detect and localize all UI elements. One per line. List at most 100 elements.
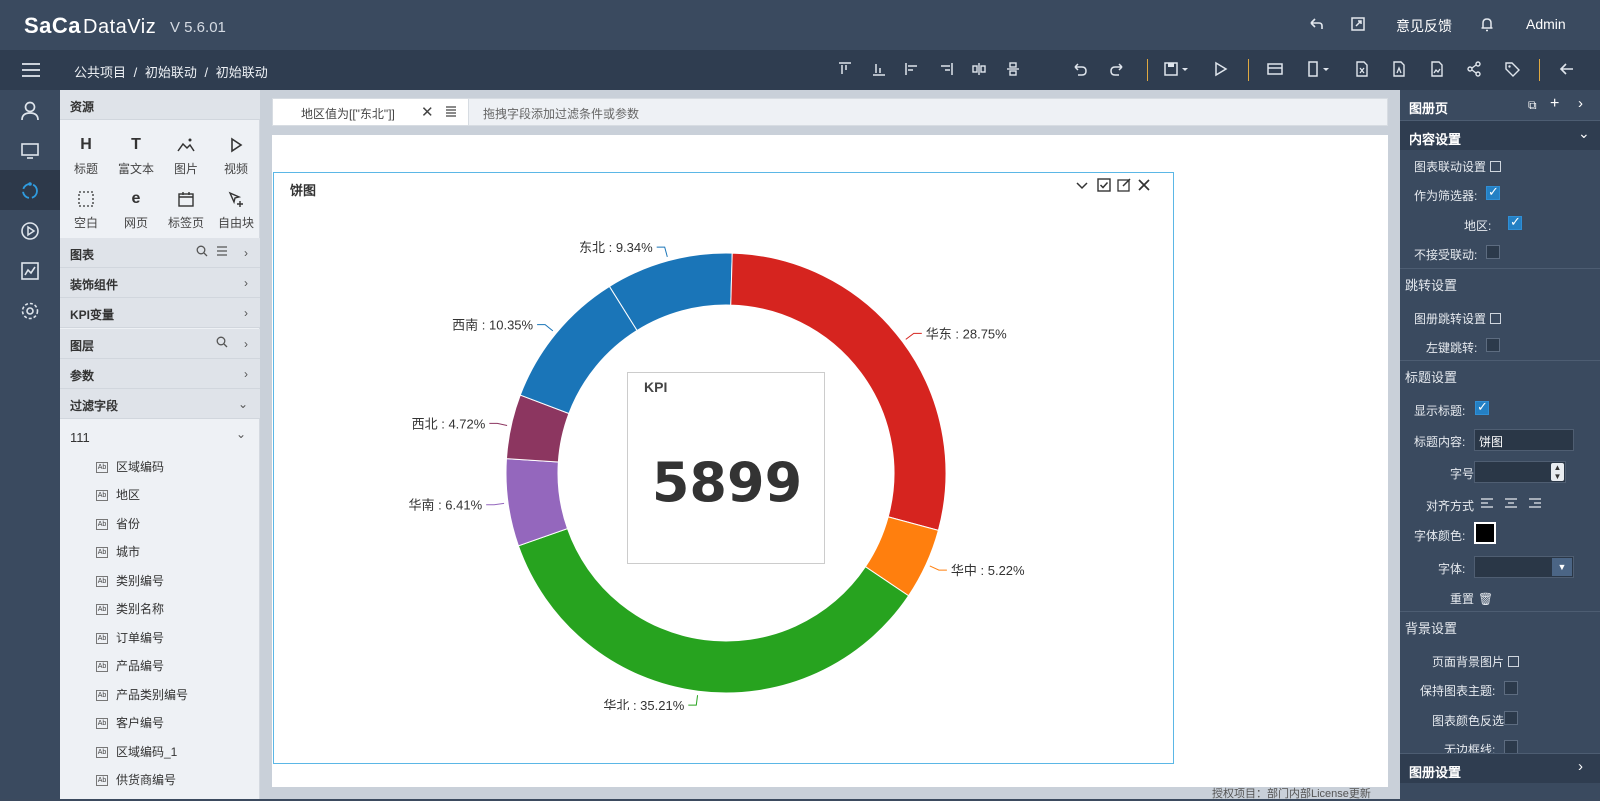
nav-monitor[interactable]	[0, 130, 60, 170]
chevron-down-icon[interactable]: ⌄	[236, 427, 246, 441]
breadcrumb-item[interactable]: 初始联动	[216, 65, 268, 80]
external-link-icon[interactable]	[1349, 15, 1369, 35]
align-bottom-icon[interactable]	[870, 60, 890, 80]
copy-icon[interactable]: ⧉	[1528, 98, 1537, 113]
left-click-jump-checkbox[interactable]	[1486, 338, 1500, 352]
album-jump-settings[interactable]: 图册跳转设置	[1414, 310, 1502, 327]
region-checkbox[interactable]	[1508, 214, 1522, 230]
field-item[interactable]: Ab 区域编码	[96, 458, 246, 478]
align-left-icon[interactable]	[1480, 497, 1494, 509]
section-decorations[interactable]: 装饰组件 ›	[60, 268, 260, 298]
section-params[interactable]: 参数 ›	[60, 359, 260, 389]
chevron-right-icon[interactable]: ›	[1578, 95, 1583, 112]
back-arrow-icon[interactable]	[1307, 15, 1327, 35]
nav-settings[interactable]	[0, 290, 60, 330]
share-icon[interactable]	[1465, 60, 1485, 80]
label-leader-line	[486, 502, 505, 506]
res-tabs[interactable]: 标签页	[164, 188, 208, 231]
image-export-icon[interactable]	[1428, 60, 1448, 80]
user-menu[interactable]: Admin	[1526, 16, 1566, 32]
align-right-icon[interactable]	[937, 60, 957, 80]
bell-icon[interactable]	[1478, 15, 1498, 35]
pdf-export-icon[interactable]	[1390, 60, 1410, 80]
distribute-vertical-icon[interactable]	[1004, 60, 1024, 80]
excel-export-icon[interactable]	[1353, 60, 1373, 80]
invert-color-checkbox[interactable]	[1504, 711, 1518, 725]
res-heading[interactable]: H 标题	[64, 134, 108, 177]
field-item[interactable]: Ab 客户编号	[96, 714, 246, 734]
undo-icon[interactable]	[1071, 60, 1091, 80]
breadcrumb-item[interactable]: 初始联动	[145, 65, 197, 80]
title-content-label: 标题内容:	[1414, 435, 1466, 449]
field-item[interactable]: Ab 产品类别编号	[96, 686, 246, 706]
res-blank[interactable]: 空白	[64, 188, 108, 231]
panel-title: 图册页 ⧉ + ›	[1409, 95, 1583, 116]
align-top-icon[interactable]	[836, 60, 856, 80]
align-right-icon[interactable]	[1528, 497, 1542, 509]
menu-icon[interactable]	[445, 105, 457, 117]
close-icon[interactable]	[1136, 177, 1152, 193]
field-item[interactable]: Ab 产品编号	[96, 657, 246, 677]
res-webpage[interactable]: e 网页	[114, 188, 158, 231]
kpi-card[interactable]: KPI 5899	[627, 372, 825, 564]
section-charts[interactable]: 图表 ›	[60, 238, 260, 268]
chart-link-settings[interactable]: 图表联动设置	[1414, 158, 1502, 175]
res-richtext[interactable]: T 富文本	[114, 134, 158, 177]
filter-bar[interactable]: 地区值为[["东北"]] ✕ 拖拽字段添加过滤条件或参数	[272, 98, 1388, 126]
album-settings-header[interactable]: 图册设置 ›	[1400, 753, 1600, 783]
edit-icon[interactable]	[1116, 177, 1132, 193]
nav-dashboard[interactable]	[0, 170, 60, 210]
no-linkage-checkbox[interactable]	[1486, 245, 1500, 259]
page-bg-image[interactable]: 页面背景图片	[1432, 653, 1520, 670]
field-item[interactable]: Ab 区域编码_1	[96, 743, 246, 763]
field-item[interactable]: Ab 订单编号	[96, 629, 246, 649]
feedback-link[interactable]: 意见反馈	[1396, 16, 1452, 36]
checkbox-icon[interactable]	[1096, 177, 1112, 193]
close-icon[interactable]: ✕	[421, 103, 434, 121]
field-item[interactable]: Ab 类别名称	[96, 600, 246, 620]
keep-theme-checkbox[interactable]	[1504, 681, 1518, 695]
align-center-icon[interactable]	[1504, 497, 1518, 509]
field-item[interactable]: Ab 供货商编号	[96, 771, 246, 791]
tag-icon[interactable]	[1503, 60, 1523, 80]
font-color-swatch[interactable]	[1474, 522, 1496, 544]
field-item[interactable]: Ab 类别编号	[96, 572, 246, 592]
res-image[interactable]: 图片	[164, 134, 208, 177]
menu-icon[interactable]	[20, 59, 42, 81]
arrow-left-icon[interactable]	[1558, 60, 1578, 80]
distribute-horizontal-icon[interactable]	[970, 60, 990, 80]
show-title-checkbox[interactable]	[1475, 399, 1489, 415]
label-leader-line	[688, 695, 699, 706]
nav-play[interactable]	[0, 210, 60, 250]
section-layers[interactable]: 图层 ›	[60, 329, 260, 359]
field-item[interactable]: Ab 地区	[96, 486, 246, 506]
dropdown-arrow-icon[interactable]: ▼	[1552, 558, 1572, 576]
section-filter-fields[interactable]: 过滤字段 ⌄	[60, 389, 260, 419]
no-border-checkbox[interactable]	[1504, 740, 1518, 754]
reset-button[interactable]: 重置 🗑	[1450, 590, 1493, 607]
align-left-icon[interactable]	[903, 60, 923, 80]
section-kpi[interactable]: KPI变量 ›	[60, 298, 260, 328]
filter-chip[interactable]: 地区值为[["东北"]] ✕	[273, 99, 469, 125]
title-content-input[interactable]: 饼图	[1474, 429, 1574, 451]
pie-slice-西南[interactable]	[519, 285, 638, 415]
nav-analytics[interactable]	[0, 250, 60, 290]
content-settings-header[interactable]: 内容设置 ⌄	[1400, 120, 1600, 150]
chevron-down-icon[interactable]	[1074, 177, 1090, 193]
breadcrumb-item[interactable]: 公共项目	[74, 65, 126, 80]
field-item[interactable]: Ab 城市	[96, 543, 246, 563]
field-item[interactable]: Ab 省份	[96, 515, 246, 535]
field-group-label[interactable]: 111	[70, 430, 90, 445]
mobile-icon[interactable]	[1304, 60, 1329, 80]
save-icon[interactable]	[1163, 60, 1188, 80]
res-freeblock[interactable]: 自由块	[214, 188, 258, 231]
as-filter-checkbox[interactable]	[1486, 184, 1500, 200]
redo-icon[interactable]	[1108, 60, 1128, 80]
nav-user[interactable]	[0, 90, 60, 130]
play-icon[interactable]	[1211, 60, 1231, 80]
card-icon[interactable]	[1266, 60, 1286, 80]
res-video[interactable]: 视频	[214, 134, 258, 177]
blank-icon	[75, 188, 97, 210]
plus-icon[interactable]: +	[1550, 95, 1559, 113]
stepper-arrows-icon[interactable]: ▲ ▼	[1551, 463, 1564, 481]
